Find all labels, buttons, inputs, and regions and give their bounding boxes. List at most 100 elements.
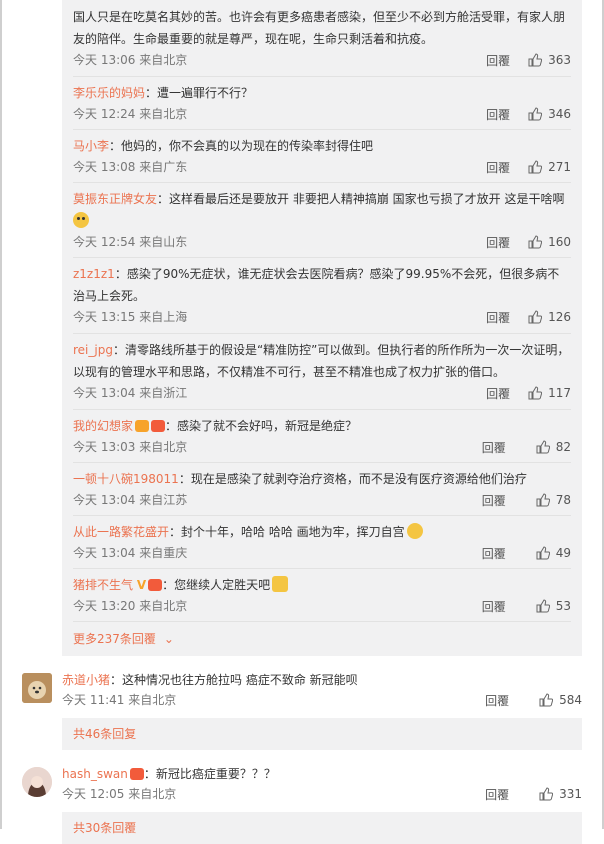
reply-button[interactable]: 回覆	[482, 545, 506, 562]
comment-time: 今天 13:04 来自重庆	[73, 546, 188, 560]
like-count: 53	[555, 599, 571, 613]
reply-button[interactable]: 回覆	[486, 52, 510, 69]
thumbs-up-emoji-icon	[272, 576, 289, 592]
like-count: 82	[555, 440, 571, 454]
total-replies-label: 共46条回复	[73, 727, 137, 741]
user-name-link[interactable]: hash_swan	[62, 767, 128, 781]
like-count: 271	[548, 160, 571, 174]
like-button[interactable]: 584	[539, 693, 582, 707]
comment-text: ：感染了就不会好吗，新冠是绝症？	[165, 419, 358, 433]
reply-button[interactable]: 回覆	[482, 598, 506, 615]
sub-comment: 我的幻想家 ：感染了就不会好吗，新冠是绝症？ 今天 13:03 来自北京 回覆 8…	[73, 415, 571, 455]
comment-time: 今天 11:41 来自北京	[62, 693, 177, 707]
like-count: 363	[548, 53, 571, 67]
thumbs-up-icon	[536, 493, 550, 507]
reply-button[interactable]: 回覆	[486, 309, 510, 326]
sub-comment: z1z1z1：感染了90%无症状，谁无症状会去医院看病？感染了99.95%不会死…	[73, 263, 571, 325]
reply-button[interactable]: 回覆	[482, 439, 506, 456]
user-name-link[interactable]: 一顿十八碗198011	[73, 472, 179, 486]
user-name-link[interactable]: 李乐乐的妈妈	[73, 86, 145, 100]
reply-button[interactable]: 回覆	[486, 385, 510, 402]
divider	[73, 182, 571, 183]
comment-text: ：清零路线所基于的假设是“精准防控”可以做到。但执行者的所作所为一次一次证明，以…	[73, 343, 570, 379]
comment-text: ：遭一遍罪行不行？	[145, 86, 254, 100]
like-button[interactable]: 53	[536, 599, 571, 613]
comment-text: ：现在是感染了就剥夺治疗资格，而不是没有医疗资源给他们治疗	[178, 472, 527, 486]
thumbs-up-icon	[536, 546, 550, 560]
sub-comment: 一顿十八碗198011：现在是感染了就剥夺治疗资格，而不是没有医疗资源给他们治疗…	[73, 468, 571, 508]
reply-button[interactable]: 回覆	[486, 106, 510, 123]
like-button[interactable]: 117	[528, 386, 571, 400]
user-name-link[interactable]: 我的幻想家	[73, 419, 133, 433]
fan-badge-icon	[148, 579, 163, 591]
like-button[interactable]: 160	[528, 235, 571, 249]
reply-button[interactable]: 回覆	[486, 234, 510, 251]
comment-time: 今天 12:54 来自山东	[73, 235, 188, 249]
thumbs-up-icon	[528, 386, 543, 400]
chevron-down-icon: ⌄	[163, 632, 174, 646]
like-button[interactable]: 271	[528, 160, 571, 174]
comment-text: ：您继续人定胜天吧	[162, 578, 271, 592]
total-replies-label: 共30条回覆	[73, 821, 137, 835]
like-count: 331	[559, 787, 582, 801]
reply-button[interactable]: 回覆	[486, 159, 510, 176]
user-name-link[interactable]: rei_jpg	[73, 343, 113, 357]
like-count: 160	[548, 235, 571, 249]
like-count: 346	[548, 107, 571, 121]
user-name-link[interactable]: 莫振东正牌女友	[73, 192, 157, 206]
thumbs-up-icon	[539, 693, 554, 707]
like-button[interactable]: 49	[536, 546, 571, 560]
thumbs-up-icon	[528, 107, 543, 121]
divider	[73, 409, 571, 410]
sub-comment: 从此一路繁花盛开：封个十年，哈哈 哈哈 画地为牢，挥刀自宫 今天 13:04 来…	[73, 521, 571, 561]
comment-text: ：新冠比癌症重要？？？	[143, 767, 276, 781]
comment-time: 今天 13:20 来自北京	[73, 599, 188, 613]
comment-text: ：这种情况也往方舱拉吗 癌症不致命 新冠能呗	[110, 673, 358, 687]
like-button[interactable]: 126	[528, 310, 571, 324]
thumbs-up-icon	[536, 440, 550, 454]
comment-time: 今天 12:24 来自北京	[73, 107, 188, 121]
more-replies-link[interactable]: 更多237条回覆 ⌄	[73, 631, 174, 647]
like-button[interactable]: 82	[536, 440, 571, 454]
thumbs-up-icon	[528, 235, 543, 249]
like-count: 126	[548, 310, 571, 324]
reply-button[interactable]: 回覆	[482, 492, 506, 509]
user-name-link[interactable]: z1z1z1	[73, 267, 115, 281]
avatar[interactable]	[22, 673, 52, 703]
thumbs-up-icon	[528, 310, 543, 324]
girl-avatar-icon	[22, 767, 52, 797]
like-count: 78	[555, 493, 571, 507]
user-name-link[interactable]: 猪排不生气	[73, 578, 133, 592]
comment-time: 今天 13:04 来自浙江	[73, 386, 188, 400]
sub-comment: 马小李：他妈的，你不会真的以为现在的传染率封得住吧 今天 13:08 来自广东 …	[73, 135, 571, 175]
sub-comment: 李乐乐的妈妈：遭一遍罪行不行？ 今天 12:24 来自北京 回覆 346	[73, 82, 571, 122]
comment-time: 今天 13:04 来自江苏	[73, 493, 188, 507]
divider	[73, 257, 571, 258]
user-name-link[interactable]: 从此一路繁花盛开	[73, 525, 169, 539]
user-name-link[interactable]: 赤道小猪	[62, 673, 110, 687]
divider	[73, 333, 571, 334]
comment-text: ：他妈的，你不会真的以为现在的传染率封得住吧	[109, 139, 374, 153]
total-replies-bar[interactable]: 共30条回覆	[62, 812, 582, 844]
divider	[73, 621, 571, 622]
divider	[73, 568, 571, 569]
dog-avatar-icon	[22, 673, 52, 703]
fan-badge-icon	[129, 768, 144, 780]
like-count: 117	[548, 386, 571, 400]
like-button[interactable]: 331	[539, 787, 582, 801]
comment-text: ：这样看最后还是要放开 非要把人精神搞崩 国家也亏损了才放开 这是干啥啊	[157, 192, 565, 206]
like-button[interactable]: 346	[528, 107, 571, 121]
user-name-link[interactable]: 马小李	[73, 139, 109, 153]
like-button[interactable]: 78	[536, 493, 571, 507]
comment-time: 今天 13:15 来自上海	[73, 310, 188, 324]
comment-text: 国人只是在吃莫名其妙的苦。也许会有更多癌患者感染，但至少不必到方舱活受罪，有家人…	[73, 10, 566, 46]
like-count: 49	[555, 546, 571, 560]
like-button[interactable]: 363	[528, 53, 571, 67]
total-replies-bar[interactable]: 共46条回复	[62, 718, 582, 750]
reply-button[interactable]: 回覆	[485, 692, 509, 709]
member-badge-icon	[135, 420, 150, 432]
avatar[interactable]	[22, 767, 52, 797]
crying-emoji-icon	[73, 212, 89, 228]
reply-button[interactable]: 回覆	[485, 786, 509, 803]
comment: hash_swan ：新冠比癌症重要？？？ 今天 12:05 来自北京 回覆 33…	[62, 763, 582, 803]
